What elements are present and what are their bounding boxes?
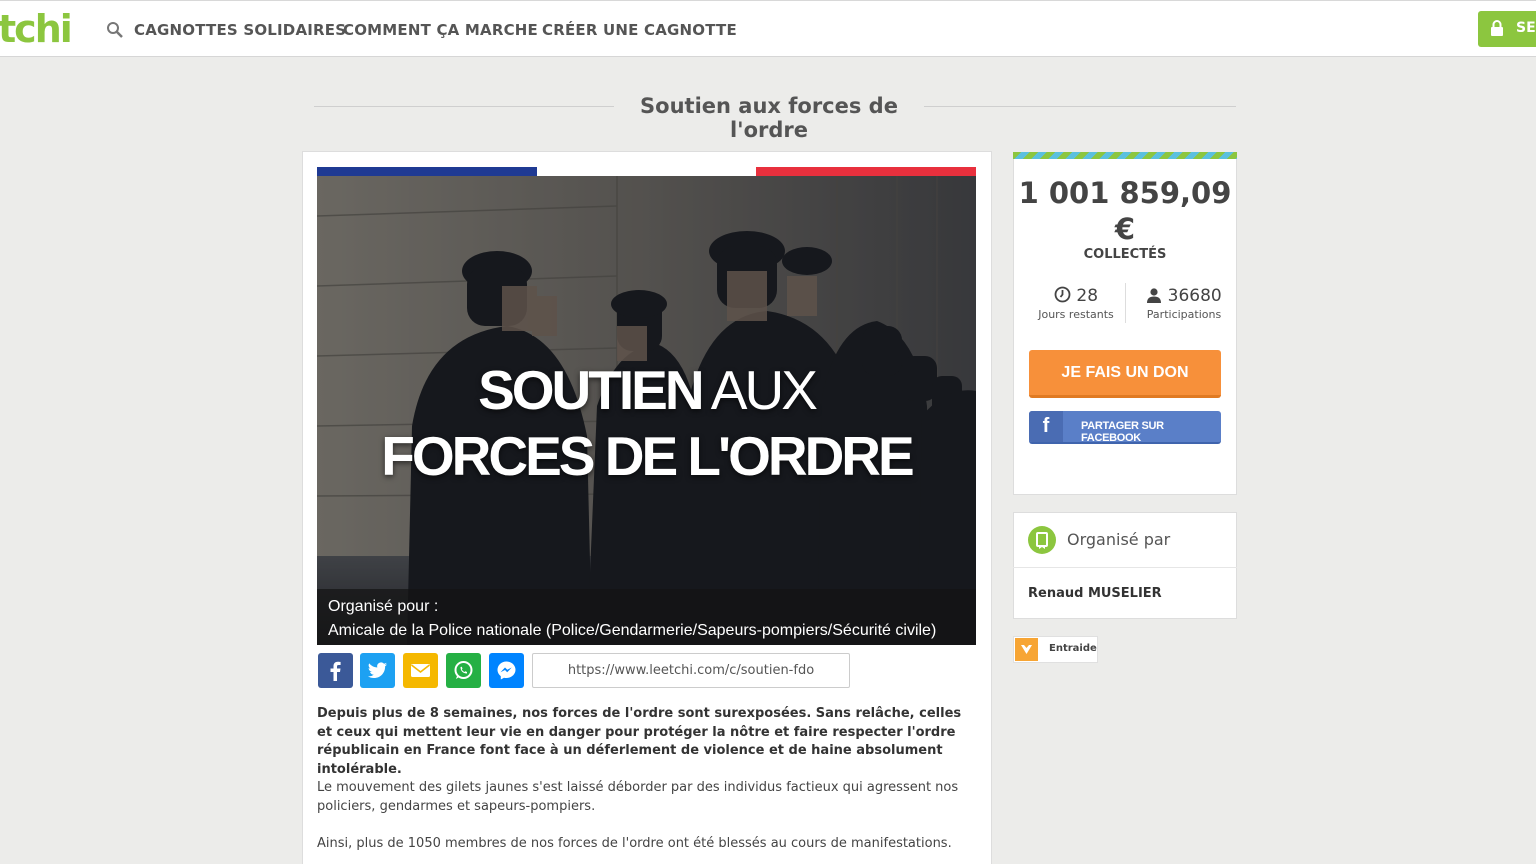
page-title: Soutien aux forces de l'ordre [640, 94, 898, 142]
days-left-label: Jours restants [1038, 308, 1114, 321]
category-label: Entraide [1049, 643, 1097, 654]
organizer-badge-icon [1028, 526, 1056, 554]
donate-button[interactable]: JE FAIS UN DON [1029, 350, 1221, 398]
amount-currency: € [1114, 212, 1136, 246]
description-paragraph-2: Le mouvement des gilets jaunes s'est lai… [317, 780, 959, 814]
email-icon [411, 664, 430, 677]
whatsapp-icon [454, 661, 473, 679]
participants-stat: 36680 Participations [1134, 286, 1234, 321]
facebook-icon: f [1029, 411, 1063, 442]
nav-cagnottes-solidaires[interactable]: CAGNOTTES SOLIDAIRES [134, 21, 346, 39]
share-whatsapp-button[interactable] [446, 653, 481, 688]
share-on-facebook-button[interactable]: f PARTAGER SUR FACEBOOK [1029, 411, 1221, 444]
participants-label: Participations [1146, 308, 1222, 321]
cover-title-line-1: SOUTIEN AUX [317, 358, 976, 422]
collected-label: COLLECTÉS [1083, 247, 1167, 262]
top-navbar: tchi CAGNOTTES SOLIDAIRES COMMENT ÇA MAR… [0, 0, 1536, 57]
entraide-icon [1015, 638, 1038, 661]
user-icon [1147, 288, 1162, 303]
messenger-icon [497, 661, 516, 680]
site-logo[interactable]: tchi [0, 7, 73, 51]
cover-title-bold: SOUTIEN [478, 359, 704, 421]
cover-title-line-2-text: FORCES DE L'ORDRE [381, 425, 914, 487]
organized-for-value: Amicale de la Police nationale (Police/G… [328, 622, 937, 639]
login-button[interactable]: SE [1478, 11, 1536, 47]
facebook-icon [330, 661, 341, 681]
title-divider-right [924, 106, 1236, 107]
french-flag-stripe [317, 167, 977, 176]
organized-for-overlay: Organisé pour : Amicale de la Police nat… [317, 589, 976, 645]
nav-comment-ca-marche[interactable]: COMMENT ÇA MARCHE [343, 21, 538, 39]
share-twitter-button[interactable] [360, 653, 395, 688]
flag-white [536, 167, 757, 176]
decorative-stripe [1013, 152, 1237, 159]
nav-creer-une-cagnotte[interactable]: CRÉER UNE CAGNOTTE [542, 21, 737, 39]
lock-icon [1491, 20, 1503, 36]
days-left-value: 28 [1076, 286, 1099, 306]
login-label: SE [1516, 20, 1536, 36]
description-paragraph-3: Ainsi, plus de 1050 membres de nos force… [317, 836, 952, 851]
share-email-button[interactable] [403, 653, 438, 688]
flag-blue [317, 167, 537, 176]
organizer-name[interactable]: Renaud MUSELIER [1028, 586, 1162, 601]
stat-divider [1125, 283, 1126, 323]
campaign-cover-image: SOUTIEN AUX FORCES DE L'ORDRE [317, 176, 976, 645]
cover-title-light: AUX [701, 359, 818, 421]
clock-icon [1054, 286, 1071, 303]
search-icon[interactable] [106, 21, 124, 39]
days-left-stat: 28 Jours restants [1026, 286, 1126, 321]
organized-for-label: Organisé pour : [328, 598, 439, 615]
description-paragraph-1: Depuis plus de 8 semaines, nos forces de… [317, 706, 962, 777]
share-on-facebook-label: PARTAGER SUR FACEBOOK [1081, 420, 1164, 444]
flag-red [756, 167, 977, 176]
campaign-url-field[interactable]: https://www.leetchi.com/c/soutien-fdo [532, 653, 850, 688]
share-facebook-button[interactable] [318, 653, 353, 688]
twitter-icon [367, 662, 388, 679]
share-messenger-button[interactable] [489, 653, 524, 688]
organizer-divider [1013, 567, 1237, 568]
title-divider-left [314, 106, 614, 107]
organized-by-label: Organisé par [1067, 530, 1171, 549]
participants-value: 36680 [1167, 286, 1222, 306]
cover-title-line-2: FORCES DE L'ORDRE [317, 424, 976, 488]
amount-collected: 1 001 859,09 [1018, 176, 1232, 210]
